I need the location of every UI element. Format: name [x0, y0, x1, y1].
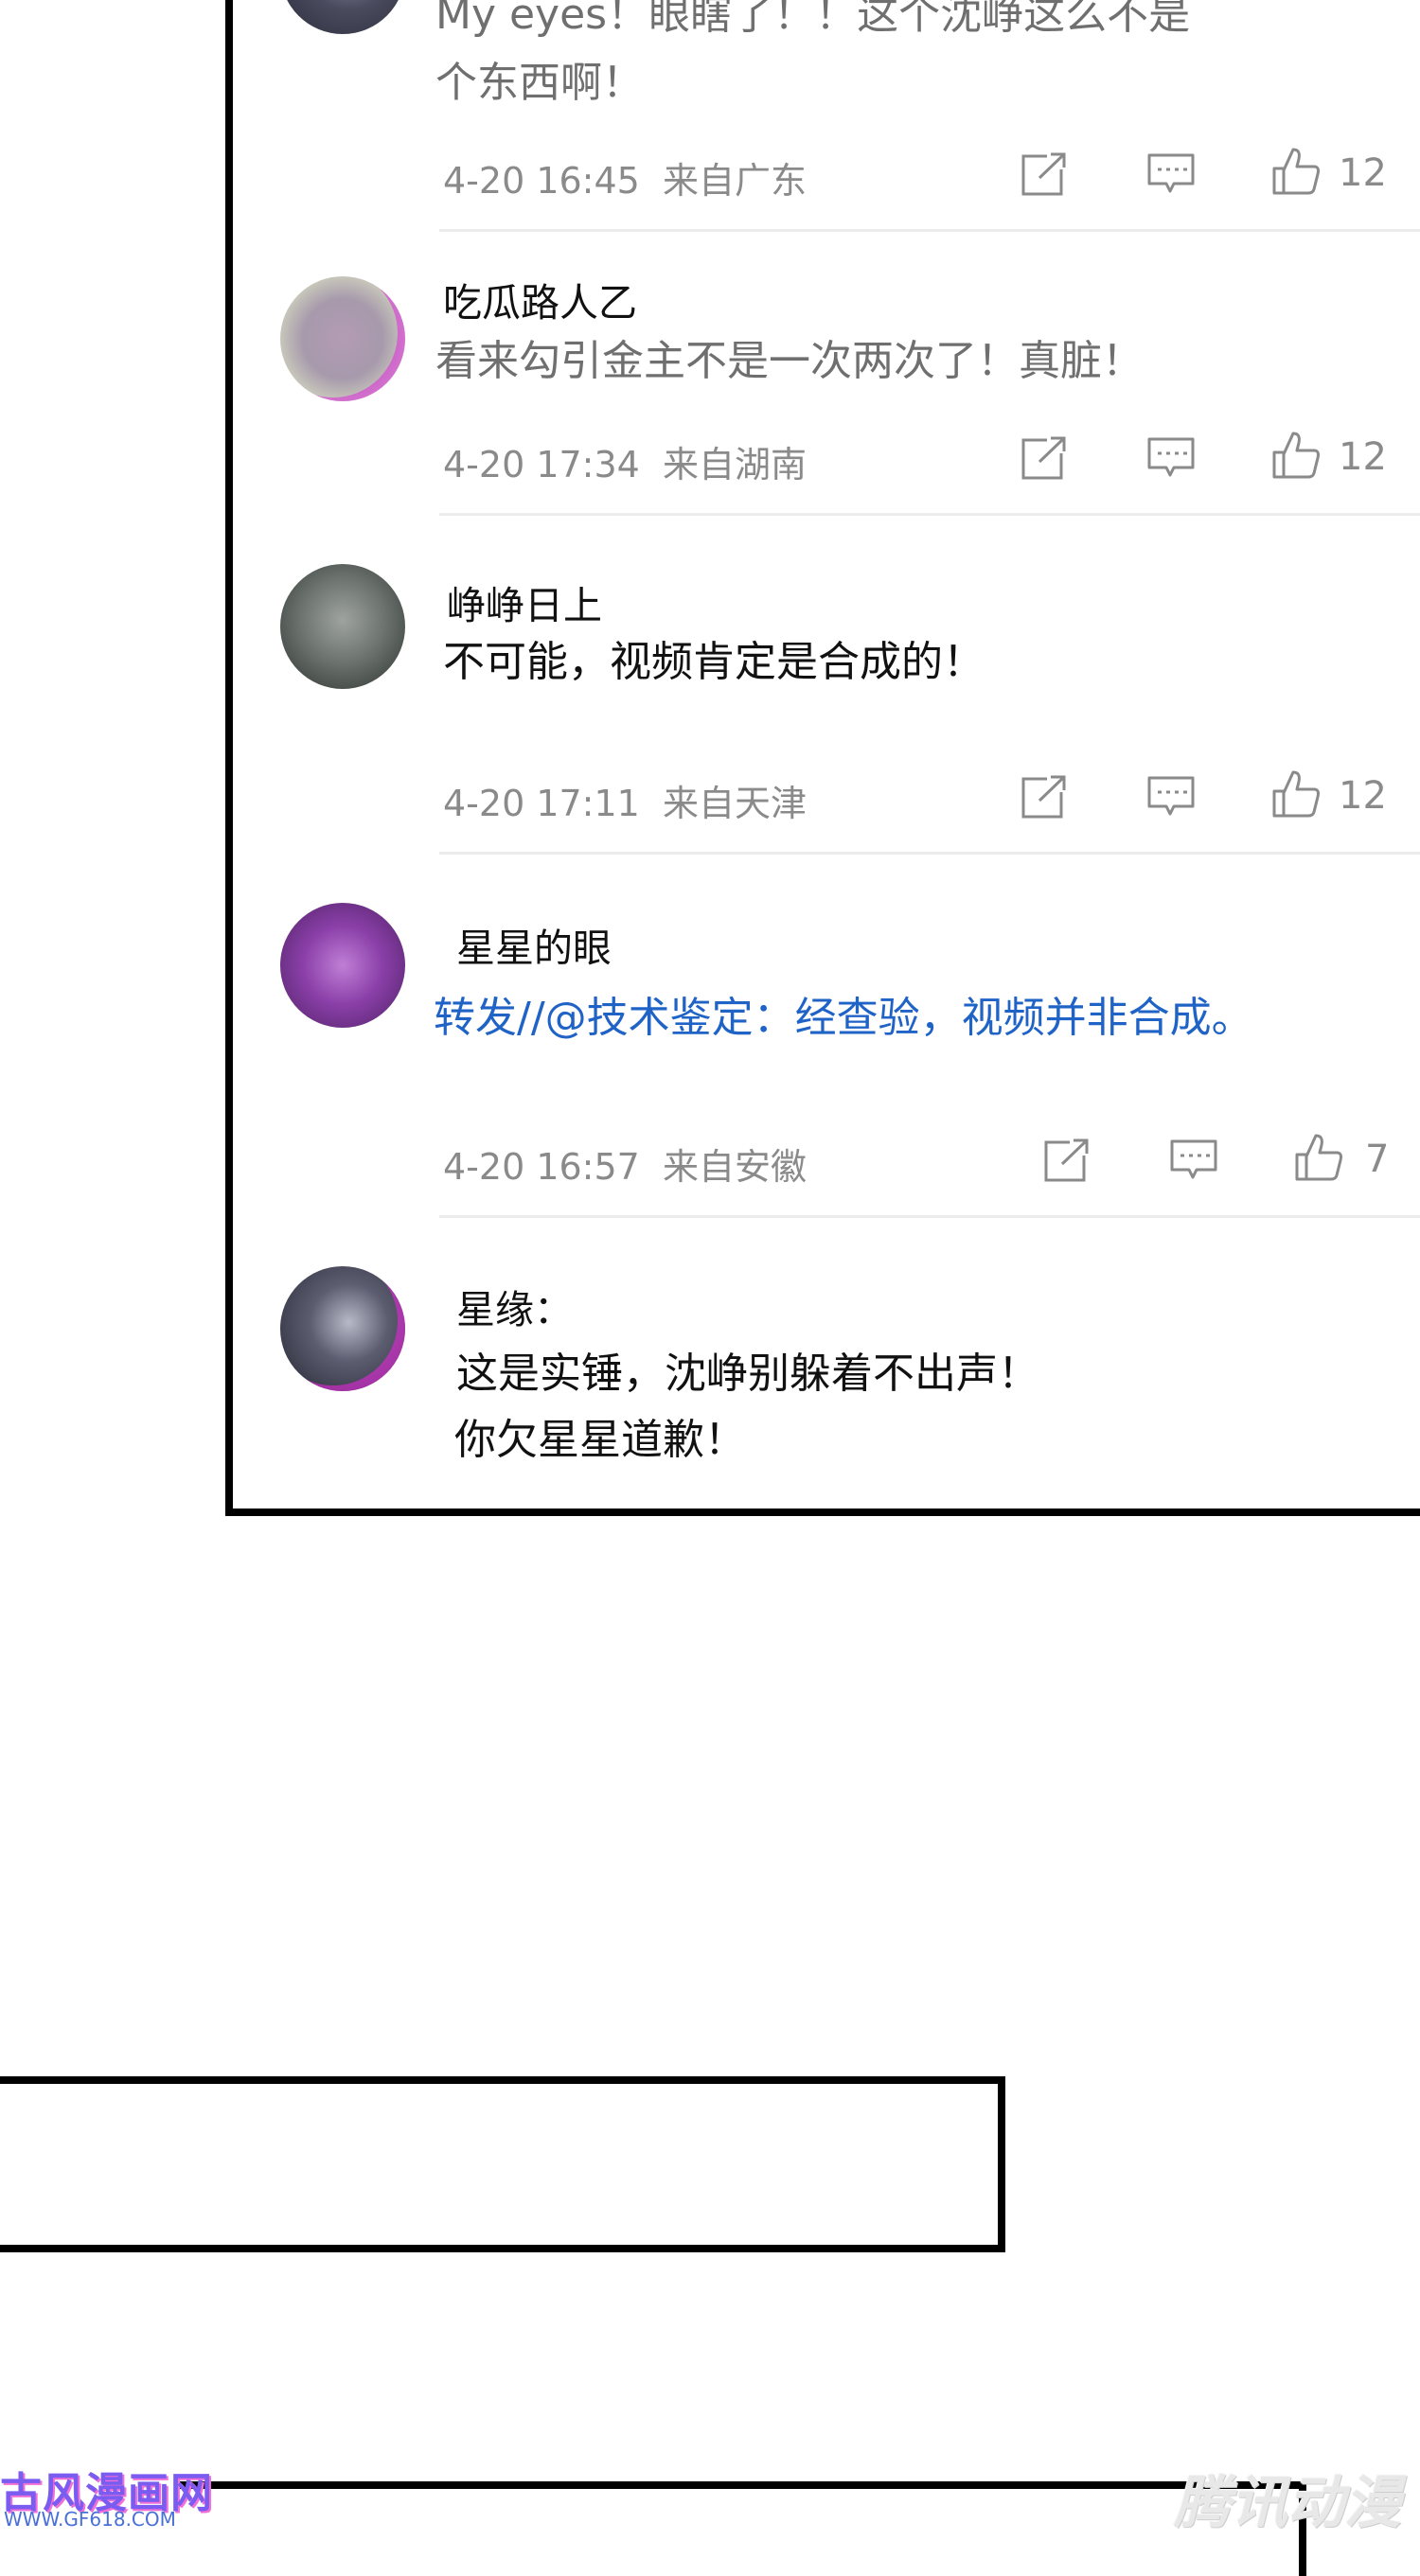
comment-date: 4-20 17:11	[443, 783, 640, 824]
comment-date: 4-20 16:57	[443, 1146, 640, 1188]
watermark-left: 古风漫画网 WWW.GF618.COM	[0, 2459, 212, 2534]
divider	[439, 229, 1420, 232]
comment-text-line: 这是实锤，沈峥别躲着不出声！	[456, 1350, 1039, 1398]
username[interactable]: 星缘：	[456, 1278, 573, 1334]
comment-icon[interactable]	[1145, 432, 1197, 483]
avatar[interactable]	[280, 903, 405, 1028]
like-count: 12	[1339, 435, 1387, 479]
comment-icon[interactable]	[1145, 770, 1197, 821]
share-icon[interactable]	[1019, 432, 1070, 483]
watermark-url: WWW.GF618.COM	[4, 2508, 176, 2531]
comment-location: 来自安徽	[662, 1146, 807, 1188]
comment-text-line: 个东西啊！	[435, 59, 644, 107]
share-icon[interactable]	[1019, 770, 1070, 821]
like-icon[interactable]	[1270, 146, 1322, 197]
empty-panel-border	[180, 2481, 1306, 2576]
comment-panel: My eyes！眼瞎了！！这个沈峥这么不是 个东西啊！ 4-20 16:45 来…	[225, 0, 1420, 1516]
avatar[interactable]	[280, 276, 405, 401]
comment-text-line: 你欠星星道歉！	[454, 1416, 746, 1464]
comment-icon[interactable]	[1145, 148, 1197, 199]
comment-text-line[interactable]: 转发//@技术鉴定：经查验，视频并非合成。	[434, 984, 1253, 1052]
comment-text-line: 不可能，视频肯定是合成的！	[443, 638, 985, 686]
divider	[439, 513, 1420, 516]
divider	[439, 1215, 1420, 1218]
like-count: 12	[1339, 774, 1387, 818]
empty-caption-box	[0, 2076, 1005, 2252]
comment-meta: 4-20 16:57 来自安徽	[443, 1138, 807, 1190]
comment-date: 4-20 16:45	[443, 160, 640, 202]
username[interactable]: 吃瓜路人乙	[443, 271, 637, 327]
like-count: 7	[1365, 1138, 1390, 1181]
username[interactable]: 峥峥日上	[447, 573, 602, 630]
avatar[interactable]	[280, 564, 405, 689]
like-icon[interactable]	[1293, 1132, 1344, 1183]
comment-meta: 4-20 17:11 来自天津	[443, 774, 807, 826]
comment-icon[interactable]	[1168, 1134, 1219, 1185]
comment-meta: 4-20 16:45 来自广东	[443, 151, 807, 203]
comment-text-line: 看来勾引金主不是一次两次了！真脏！	[435, 337, 1144, 385]
like-count: 12	[1339, 151, 1387, 195]
comment-location: 来自广东	[662, 160, 807, 202]
comment-text-line: My eyes！眼瞎了！！这个沈峥这么不是	[435, 0, 1191, 39]
comment-meta: 4-20 17:34 来自湖南	[443, 435, 807, 487]
divider	[439, 852, 1420, 855]
comment-location: 来自天津	[662, 783, 807, 824]
watermark-right: 腾讯动漫	[1174, 2470, 1401, 2536]
share-icon[interactable]	[1041, 1134, 1092, 1185]
avatar[interactable]	[280, 0, 405, 34]
comment-date: 4-20 17:34	[443, 444, 640, 485]
username[interactable]: 星星的眼	[456, 916, 612, 973]
share-icon[interactable]	[1019, 148, 1070, 199]
like-icon[interactable]	[1270, 768, 1322, 820]
avatar[interactable]	[280, 1266, 405, 1391]
comment-location: 来自湖南	[662, 444, 807, 485]
like-icon[interactable]	[1270, 430, 1322, 481]
